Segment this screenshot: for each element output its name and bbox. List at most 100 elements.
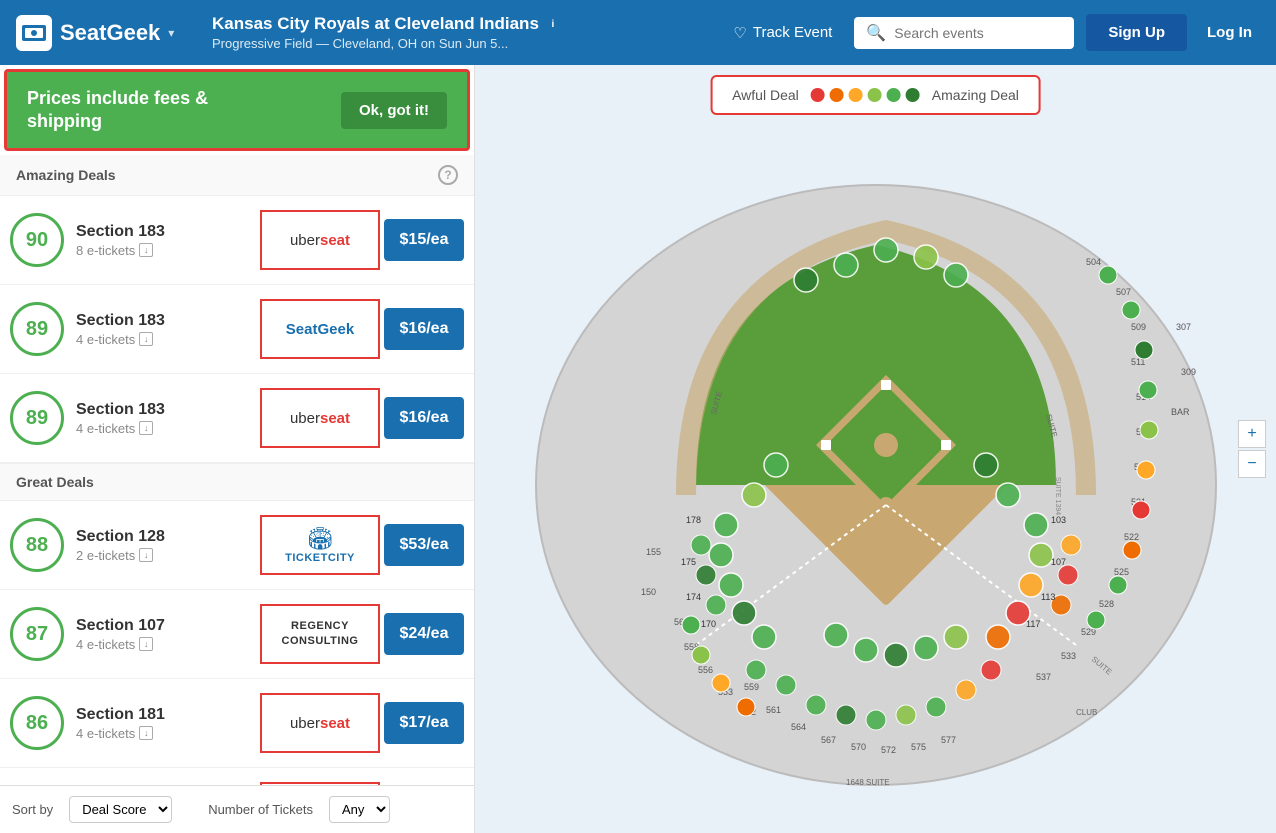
search-box[interactable]: 🔍 — [854, 17, 1074, 49]
seller-column: REGENCYCONSULTING — [260, 604, 380, 664]
legend-dot-3 — [849, 88, 863, 102]
ticket-count: 2 e-tickets ↓ — [76, 548, 244, 563]
ticket-item[interactable]: 87 Section 107 4 e-tickets ↓ REGENCYCONS… — [0, 590, 474, 679]
map-legend: Awful Deal Amazing Deal — [710, 75, 1041, 115]
logo-text: SeatGeek — [60, 20, 160, 46]
svg-text:BAR: BAR — [1171, 407, 1190, 417]
great-deals-header: Great Deals — [0, 463, 474, 501]
svg-text:570: 570 — [851, 742, 866, 752]
svg-text:575: 575 — [911, 742, 926, 752]
map-area: Awful Deal Amazing Deal + − — [475, 65, 1276, 833]
stadium-map[interactable]: 178 175 174 170 103 107 113 117 SUITE SU… — [475, 65, 1276, 833]
search-input[interactable] — [894, 25, 1062, 41]
prices-banner: Prices include fees & shipping Ok, got i… — [4, 69, 470, 151]
seller-name: SeatGeek — [286, 321, 354, 338]
header: SeatGeek ▾ Kansas City Royals at Clevela… — [0, 0, 1276, 65]
eticket-icon: ↓ — [139, 726, 153, 740]
seller-name: uberseat — [290, 410, 350, 427]
tickets-select[interactable]: Any 1 2 3 4 5 6 — [329, 796, 390, 823]
svg-text:103: 103 — [1051, 515, 1066, 525]
ticket-count: 4 e-tickets ↓ — [76, 421, 244, 436]
svg-text:528: 528 — [1099, 599, 1114, 609]
seller-column: uberseat — [260, 210, 380, 270]
legend-dots — [811, 88, 920, 102]
login-button[interactable]: Log In — [1199, 14, 1260, 51]
seller-column: uberseat — [260, 693, 380, 753]
price-button[interactable]: $17/ea — [384, 702, 464, 744]
help-icon[interactable]: ? — [438, 165, 458, 185]
seller-column: uberseat — [260, 388, 380, 448]
svg-text:117: 117 — [1026, 619, 1040, 629]
ticket-details: Section 183 8 e-tickets ↓ — [64, 223, 256, 258]
ticket-count: 8 e-tickets ↓ — [76, 243, 244, 258]
event-subtitle: Progressive Field — Cleveland, OH on Sun… — [212, 36, 707, 51]
ticket-details: Section 183 4 e-tickets ↓ — [64, 401, 256, 436]
sidebar: Prices include fees & shipping Ok, got i… — [0, 65, 475, 833]
amazing-deal-label: Amazing Deal — [932, 87, 1019, 103]
eticket-icon: ↓ — [139, 548, 153, 562]
svg-text:504: 504 — [1086, 257, 1101, 267]
amazing-deals-label: Amazing Deals — [16, 167, 116, 183]
price-button[interactable]: $15/ea — [384, 219, 464, 261]
score-badge: 86 — [10, 696, 64, 750]
event-info: Kansas City Royals at Cleveland Indians … — [212, 14, 707, 51]
svg-text:537: 537 — [1036, 672, 1051, 682]
event-info-icon[interactable]: i — [545, 16, 561, 32]
ticket-item[interactable]: 86 Section 181 4 e-tickets ↓ uberseat $1… — [0, 679, 474, 768]
ticket-item[interactable]: 89 Section 183 4 e-tickets ↓ SeatGeek $1… — [0, 285, 474, 374]
price-button[interactable]: $53/ea — [384, 524, 464, 566]
svg-text:307: 307 — [1176, 322, 1191, 332]
seller-column: SeatGeek — [260, 299, 380, 359]
zoom-out-button[interactable]: − — [1238, 450, 1266, 478]
ticket-details: Section 181 4 e-tickets ↓ — [64, 706, 256, 741]
svg-text:567: 567 — [821, 735, 836, 745]
sort-select[interactable]: Deal Score Price Section — [69, 796, 172, 823]
header-actions: ♡ Track Event 🔍 Sign Up Log In — [723, 14, 1260, 51]
logo-chevron-icon[interactable]: ▾ — [168, 26, 174, 40]
price-button[interactable]: $16/ea — [384, 308, 464, 350]
ticket-item[interactable]: 88 Section 128 2 e-tickets ↓ 🏟 TICKETCIT… — [0, 501, 474, 590]
seller-name: uberseat — [290, 715, 350, 732]
svg-text:577: 577 — [941, 735, 956, 745]
seller-name: 🏟 TICKETCITY — [285, 526, 355, 564]
seller-name: uberseat — [290, 232, 350, 249]
legend-dot-4 — [868, 88, 882, 102]
ticketcity-logo: 🏟 — [306, 526, 334, 552]
svg-text:150: 150 — [641, 587, 656, 597]
svg-text:564: 564 — [791, 722, 806, 732]
svg-text:509: 509 — [1131, 322, 1146, 332]
search-icon: 🔍 — [866, 23, 886, 43]
eticket-icon: ↓ — [139, 421, 153, 435]
awful-deal-label: Awful Deal — [732, 87, 799, 103]
prices-include-text: Prices include fees & shipping — [27, 87, 287, 134]
ticket-details: Section 128 2 e-tickets ↓ — [64, 528, 256, 563]
heart-icon: ♡ — [733, 24, 746, 42]
seller-column: 🏟 TICKETCITY — [260, 515, 380, 575]
svg-text:174: 174 — [686, 592, 701, 602]
signup-button[interactable]: Sign Up — [1086, 14, 1187, 51]
ticket-details: Section 183 4 e-tickets ↓ — [64, 312, 256, 347]
ticket-item[interactable]: 86 Section 183 2 e-tickets ↓ SeatGeek $1… — [0, 768, 474, 785]
svg-text:522: 522 — [1124, 532, 1139, 542]
svg-text:170: 170 — [701, 619, 716, 629]
ticketcity-icon: 🏟 — [306, 526, 334, 552]
ticket-item[interactable]: 90 Section 183 8 e-tickets ↓ uberseat $1… — [0, 196, 474, 285]
ticket-item[interactable]: 89 Section 183 4 e-tickets ↓ uberseat $1… — [0, 374, 474, 463]
price-button[interactable]: $16/ea — [384, 397, 464, 439]
svg-text:572: 572 — [881, 745, 896, 755]
ticket-section: Section 181 — [76, 706, 244, 724]
ticket-count: 4 e-tickets ↓ — [76, 332, 244, 347]
logo-area: SeatGeek ▾ — [16, 15, 196, 51]
price-button[interactable]: $24/ea — [384, 613, 464, 655]
track-event-button[interactable]: ♡ Track Event — [723, 18, 842, 48]
legend-dot-2 — [830, 88, 844, 102]
ok-got-it-button[interactable]: Ok, got it! — [341, 92, 447, 129]
svg-text:507: 507 — [1116, 287, 1131, 297]
legend-dot-6 — [906, 88, 920, 102]
main-layout: Prices include fees & shipping Ok, got i… — [0, 65, 1276, 833]
ticket-section: Section 128 — [76, 528, 244, 546]
ticket-section: Section 183 — [76, 312, 244, 330]
sort-label: Sort by — [12, 802, 53, 817]
zoom-in-button[interactable]: + — [1238, 420, 1266, 448]
svg-text:1648 SUITE: 1648 SUITE — [846, 778, 890, 787]
